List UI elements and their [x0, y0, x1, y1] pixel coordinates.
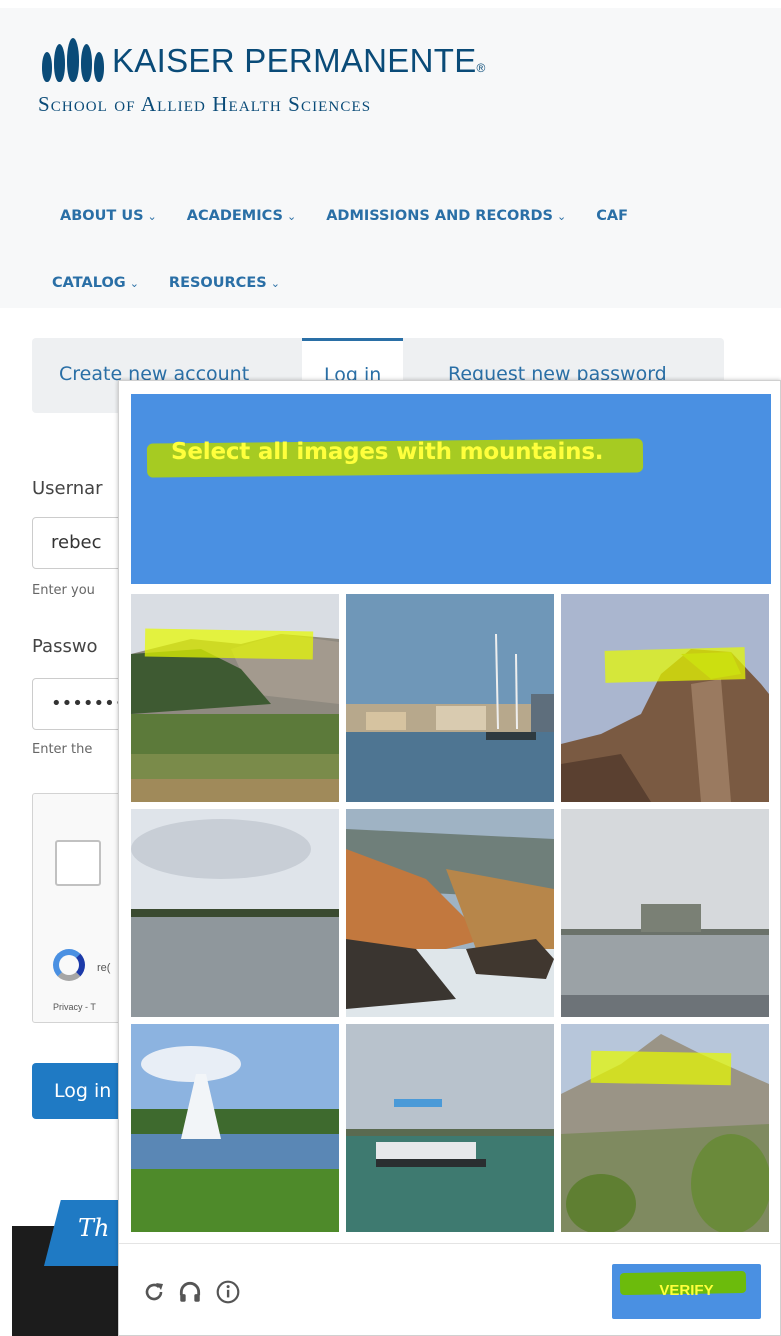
challenge-header: Select all images with mountains.: [131, 394, 771, 584]
nav-about-us[interactable]: ABOUT US ⌄: [60, 208, 157, 224]
challenge-footer: VERIFY: [119, 1243, 780, 1336]
tile-autumn-forest[interactable]: [346, 809, 554, 1017]
instruction-keyword: mountains.: [459, 439, 604, 465]
brand-subtitle: School of Allied Health Sciences: [38, 92, 372, 116]
verify-button[interactable]: VERIFY: [612, 1264, 761, 1319]
promo-banner-text: Th: [78, 1214, 110, 1242]
lake-image: [131, 809, 339, 1017]
recaptcha-privacy-links[interactable]: Privacy - T: [53, 1002, 96, 1012]
valley-mountain-image: [131, 594, 339, 802]
tile-highlight-mark: [144, 628, 314, 660]
nav-resources[interactable]: RESOURCES ⌄: [169, 275, 280, 291]
main-nav-row-1: ABOUT US ⌄ ACADEMICS ⌄ ADMISSIONS AND RECO…: [60, 208, 628, 224]
password-help: Enter the: [32, 742, 93, 757]
site-header: KAISER PERMANENTE® School of Allied Heal…: [0, 8, 781, 308]
password-label: Passwo: [32, 636, 98, 657]
recaptcha-checkbox[interactable]: [55, 840, 101, 886]
reload-icon[interactable]: [141, 1279, 167, 1305]
registered-mark: ®: [476, 61, 486, 75]
tile-fountain[interactable]: [131, 1024, 339, 1232]
recaptcha-logo-icon: [53, 949, 85, 981]
tile-highlight-mark: [604, 647, 746, 683]
people-logo-icon: [38, 36, 104, 86]
nav-academics[interactable]: ACADEMICS ⌄: [187, 208, 296, 224]
tile-lake[interactable]: [131, 809, 339, 1017]
site-logo[interactable]: KAISER PERMANENTE® School of Allied Heal…: [38, 36, 486, 117]
harbor-image: [346, 594, 554, 802]
brand-name: KAISER PERMANENTE: [112, 42, 477, 79]
autumn-forest-image: [346, 809, 554, 1017]
tile-boat[interactable]: [346, 1024, 554, 1232]
tile-highlight-mark: [590, 1050, 732, 1086]
fountain-image: [131, 1024, 339, 1232]
tile-harbor[interactable]: [346, 594, 554, 802]
nav-careers-truncated[interactable]: CAF: [596, 208, 628, 224]
headphones-icon[interactable]: [177, 1279, 203, 1305]
tile-bay[interactable]: [561, 809, 769, 1017]
cliff-image: [561, 594, 769, 802]
recaptcha-name: re(: [97, 962, 111, 974]
captcha-challenge-dialog: Select all images with mountains. VERIFY: [118, 380, 781, 1336]
username-help: Enter you: [32, 583, 95, 598]
username-label: Usernar: [32, 478, 103, 499]
verify-label: VERIFY: [659, 1282, 714, 1299]
chevron-down-icon: ⌄: [129, 277, 139, 290]
nav-admissions[interactable]: ADMISSIONS AND RECORDS ⌄: [326, 208, 566, 224]
chevron-down-icon: ⌄: [270, 277, 280, 290]
tile-cliff[interactable]: [561, 594, 769, 802]
info-icon[interactable]: [215, 1279, 241, 1305]
bay-image: [561, 809, 769, 1017]
image-grid: [131, 594, 771, 1232]
main-nav-row-2: CATALOG ⌄ RESOURCES ⌄: [52, 275, 280, 291]
tile-valley-mountain[interactable]: [131, 594, 339, 802]
chevron-down-icon: ⌄: [556, 210, 567, 223]
chevron-down-icon: ⌄: [147, 210, 157, 223]
tile-hill[interactable]: [561, 1024, 769, 1232]
challenge-instruction: Select all images with mountains.: [171, 439, 604, 465]
nav-catalog[interactable]: CATALOG ⌄: [52, 275, 139, 291]
instruction-prefix: Select all images with: [171, 439, 460, 465]
boat-image: [346, 1024, 554, 1232]
chevron-down-icon: ⌄: [286, 210, 297, 223]
